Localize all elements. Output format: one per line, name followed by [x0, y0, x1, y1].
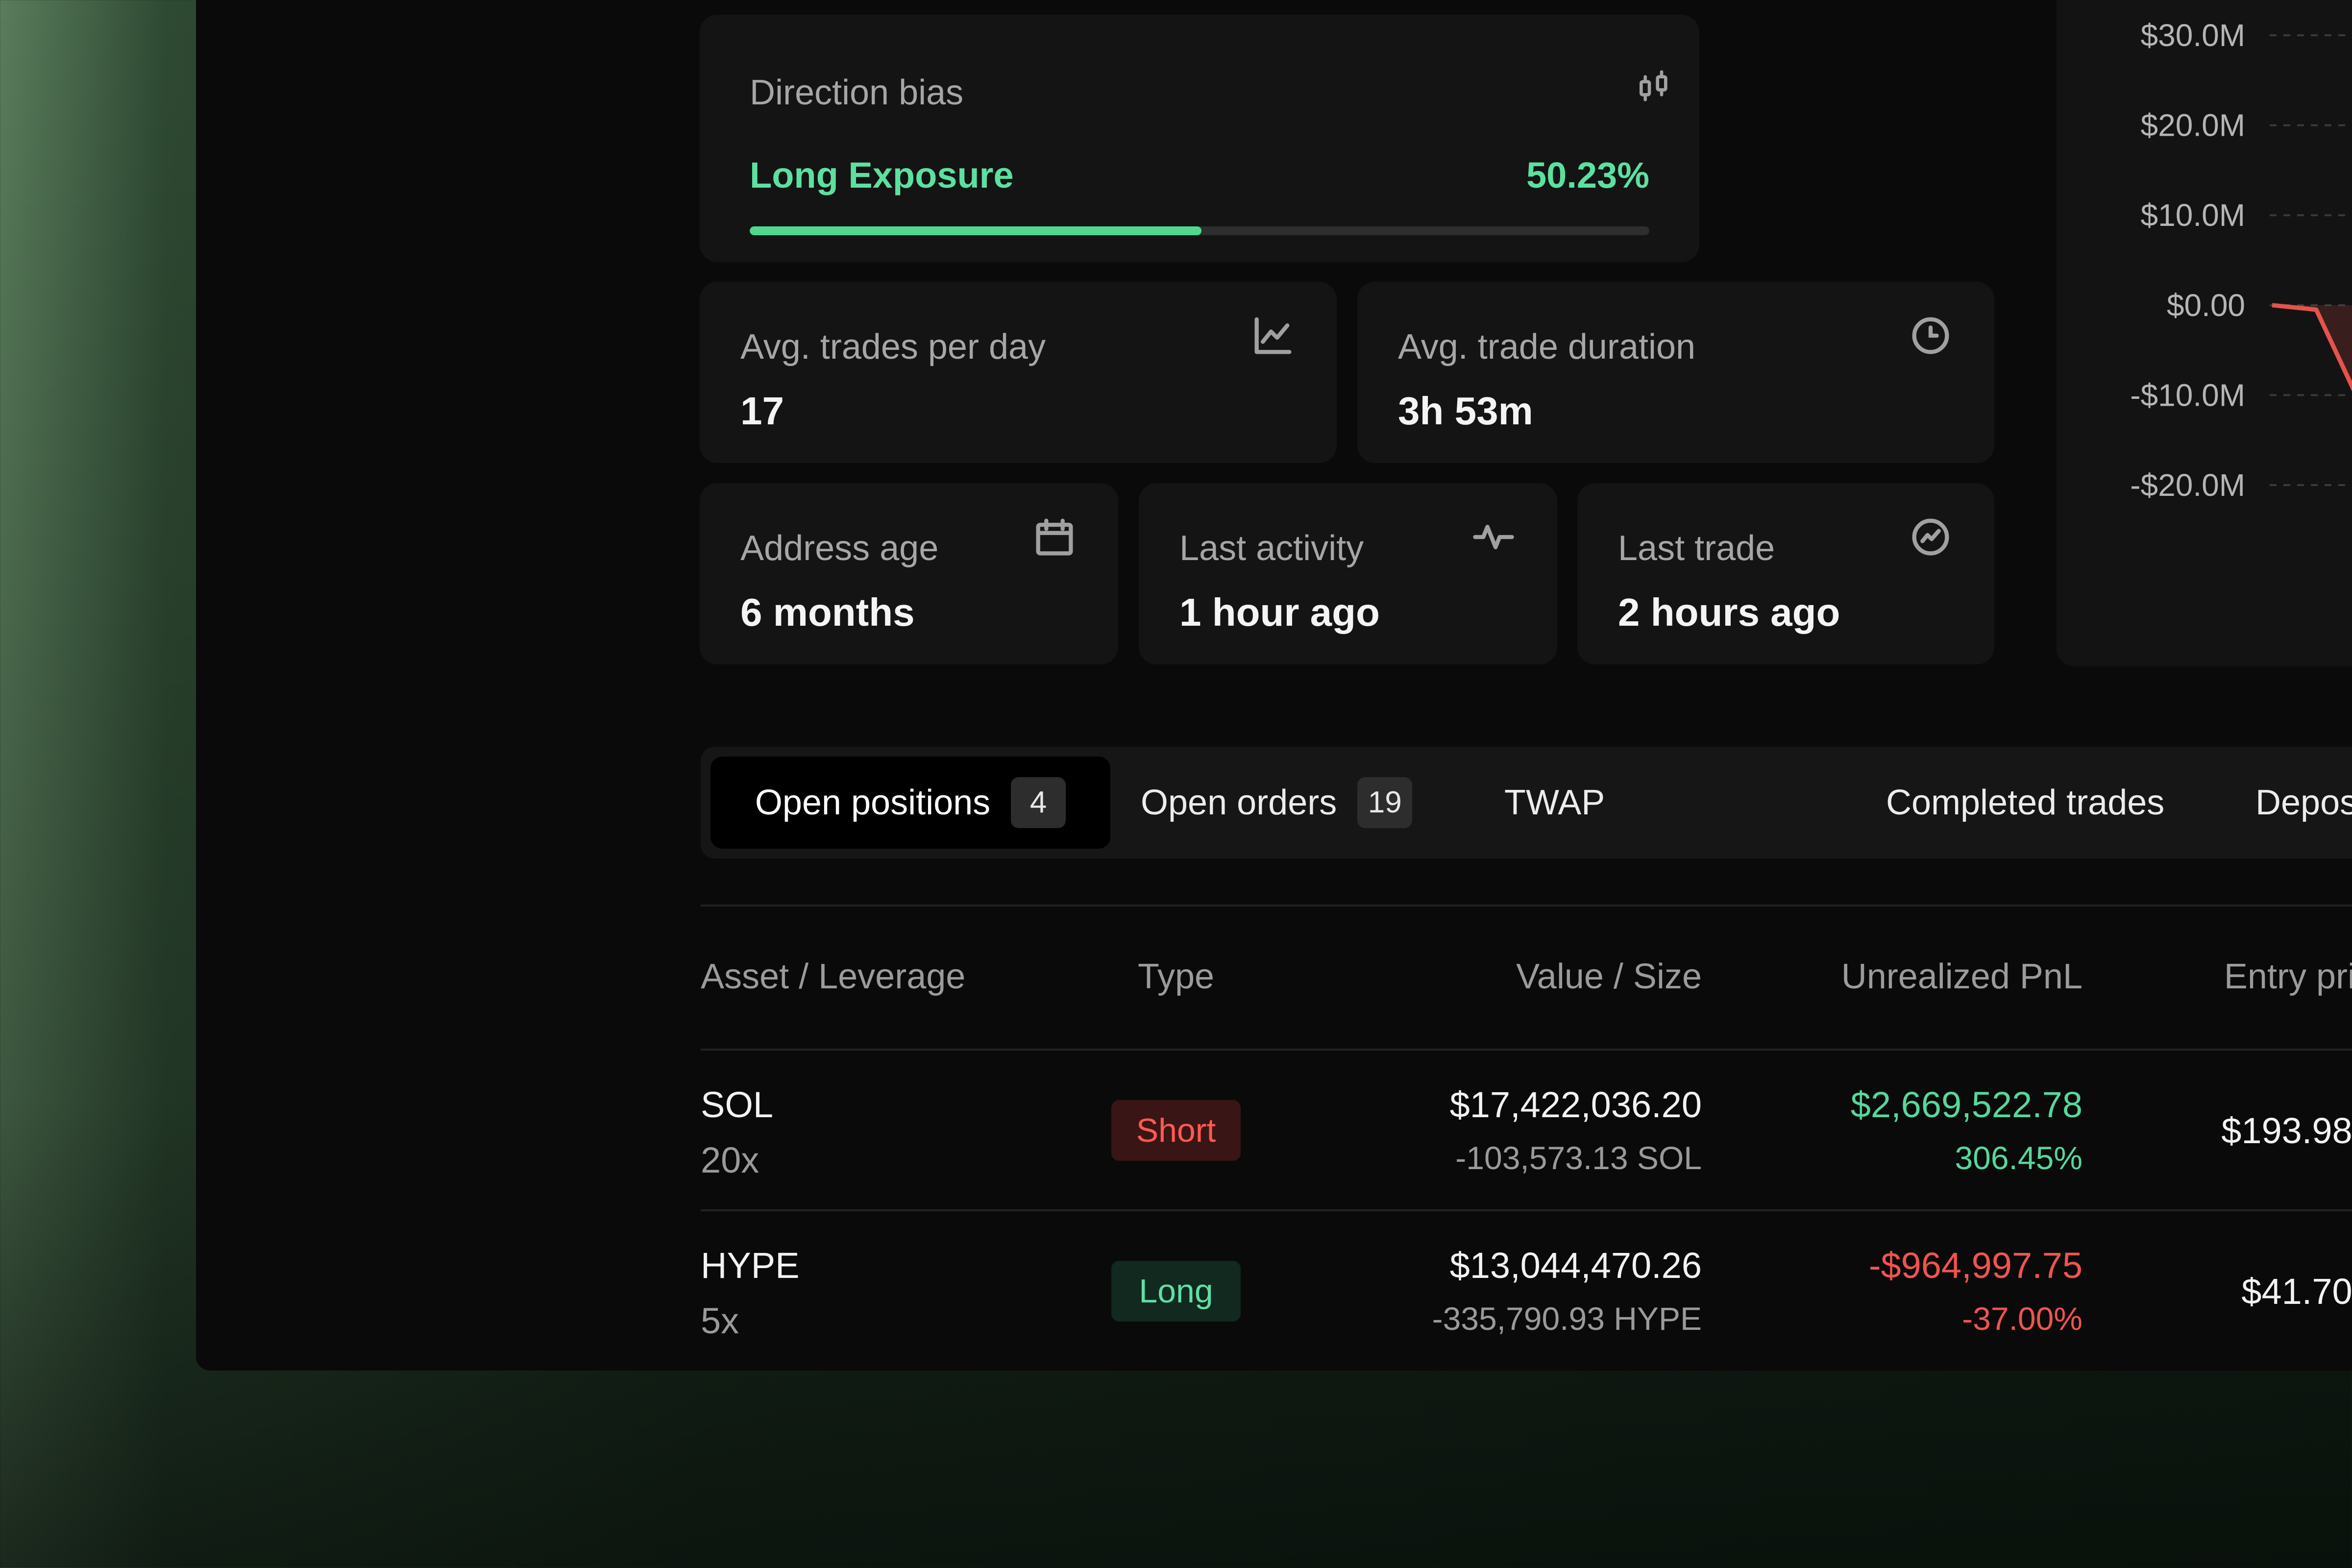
col-header-type[interactable]: Type	[1138, 956, 1214, 997]
tab-deposits-withdrawals-label: Deposits & Withdr	[2255, 783, 2352, 822]
tab-open-orders-label: Open orders	[1141, 783, 1337, 822]
direction-bias-bar-fill	[750, 226, 1202, 235]
y-tick-label: $20.0M	[2141, 108, 2245, 143]
history-icon	[1906, 513, 1955, 562]
avg-trades-value: 17	[740, 389, 784, 433]
avg-duration-value: 3h 53m	[1398, 389, 1533, 433]
row-pnl: -$964,997.75	[1868, 1245, 2082, 1286]
table-top-divider	[701, 905, 2352, 906]
avg-duration-card: Avg. trade duration 3h 53m	[1357, 282, 1994, 463]
address-age-value: 6 months	[740, 590, 915, 634]
positions-tab-bar: Open positions 4 Open orders 19 TWAP Com…	[701, 747, 2352, 858]
row-value: $13,044,470.26	[1449, 1245, 1702, 1286]
row-divider	[701, 1209, 2352, 1211]
avg-trades-card: Avg. trades per day 17	[700, 282, 1337, 463]
tab-open-orders-count: 19	[1357, 777, 1413, 828]
tab-open-positions-label: Open positions	[755, 783, 991, 822]
row-pnl-percent: 306.45%	[1955, 1140, 2082, 1176]
row-pnl: $2,669,522.78	[1850, 1084, 2082, 1125]
row-leverage: 5x	[701, 1300, 739, 1341]
tab-deposits-withdrawals[interactable]: Deposits & Withdr	[2255, 757, 2352, 849]
calendar-icon	[1030, 513, 1079, 562]
col-header-entry[interactable]: Entry price	[2224, 956, 2352, 997]
row-asset: HYPE	[701, 1245, 800, 1286]
last-activity-value: 1 hour ago	[1179, 590, 1380, 634]
series-area	[2272, 305, 2352, 387]
col-header-value[interactable]: Value / Size	[1516, 956, 1702, 997]
line-chart-icon	[1249, 311, 1298, 360]
last-trade-label: Last trade	[1618, 529, 1775, 568]
last-activity-card: Last activity 1 hour ago	[1139, 483, 1557, 664]
pnl-chart-svg: $30.0M $20.0M $10.0M $0.00 -$10.0M -$20.0M	[2130, 18, 2352, 503]
col-header-asset[interactable]: Asset / Leverage	[701, 956, 965, 997]
row-type-badge: Long	[1111, 1261, 1241, 1322]
direction-bias-bar	[750, 226, 1649, 235]
y-tick-label: $30.0M	[2141, 18, 2245, 53]
row-size: -103,573.13 SOL	[1455, 1140, 1702, 1176]
candlestick-icon	[1635, 69, 1674, 108]
avg-trades-label: Avg. trades per day	[740, 327, 1046, 367]
row-type-badge: Short	[1111, 1100, 1241, 1161]
row-entry-price: $193.9842	[2221, 1110, 2352, 1151]
direction-bias-label: Long Exposure	[750, 155, 1014, 196]
direction-bias-percent: 50.23%	[1526, 155, 1649, 196]
y-tick-label: -$20.0M	[2130, 467, 2245, 503]
col-header-pnl[interactable]: Unrealized PnL	[1841, 956, 2082, 997]
activity-icon	[1469, 513, 1518, 562]
last-trade-value: 2 hours ago	[1618, 590, 1840, 634]
tab-open-positions-count: 4	[1011, 777, 1066, 828]
direction-bias-card: Direction bias Long Exposure 50.23%	[700, 15, 1699, 262]
avg-duration-label: Avg. trade duration	[1398, 327, 1696, 367]
row-size: -335,790.93 HYPE	[1432, 1300, 1702, 1337]
address-age-card: Address age 6 months	[700, 483, 1118, 664]
tab-twap[interactable]: TWAP	[1504, 757, 1605, 849]
row-leverage: 20x	[701, 1140, 760, 1180]
direction-bias-title: Direction bias	[750, 73, 964, 112]
row-pnl-percent: -37.00%	[1962, 1300, 2082, 1337]
y-tick-label: $10.0M	[2141, 197, 2245, 233]
table-header-divider	[701, 1049, 2352, 1051]
row-entry-price: $41.7058	[2241, 1271, 2352, 1312]
row-asset: SOL	[701, 1084, 774, 1125]
last-activity-label: Last activity	[1179, 529, 1364, 568]
address-age-label: Address age	[740, 529, 939, 568]
tab-completed-trades[interactable]: Completed trades	[1886, 757, 2164, 849]
tab-open-positions[interactable]: Open positions 4	[710, 757, 1110, 849]
row-value: $17,422,036.20	[1449, 1084, 1702, 1125]
y-tick-label: -$10.0M	[2130, 377, 2245, 413]
clock-icon	[1906, 311, 1955, 360]
main-panel: Direction bias Long Exposure 50.23% Avg.…	[196, 0, 2352, 1371]
tab-twap-label: TWAP	[1504, 783, 1605, 822]
y-tick-label: $0.00	[2167, 288, 2245, 323]
tab-open-orders[interactable]: Open orders 19	[1141, 757, 1413, 849]
pnl-chart: $30.0M $20.0M $10.0M $0.00 -$10.0M -$20.0M	[2057, 0, 2352, 666]
last-trade-card: Last trade 2 hours ago	[1577, 483, 1994, 664]
tab-completed-trades-label: Completed trades	[1886, 783, 2165, 822]
